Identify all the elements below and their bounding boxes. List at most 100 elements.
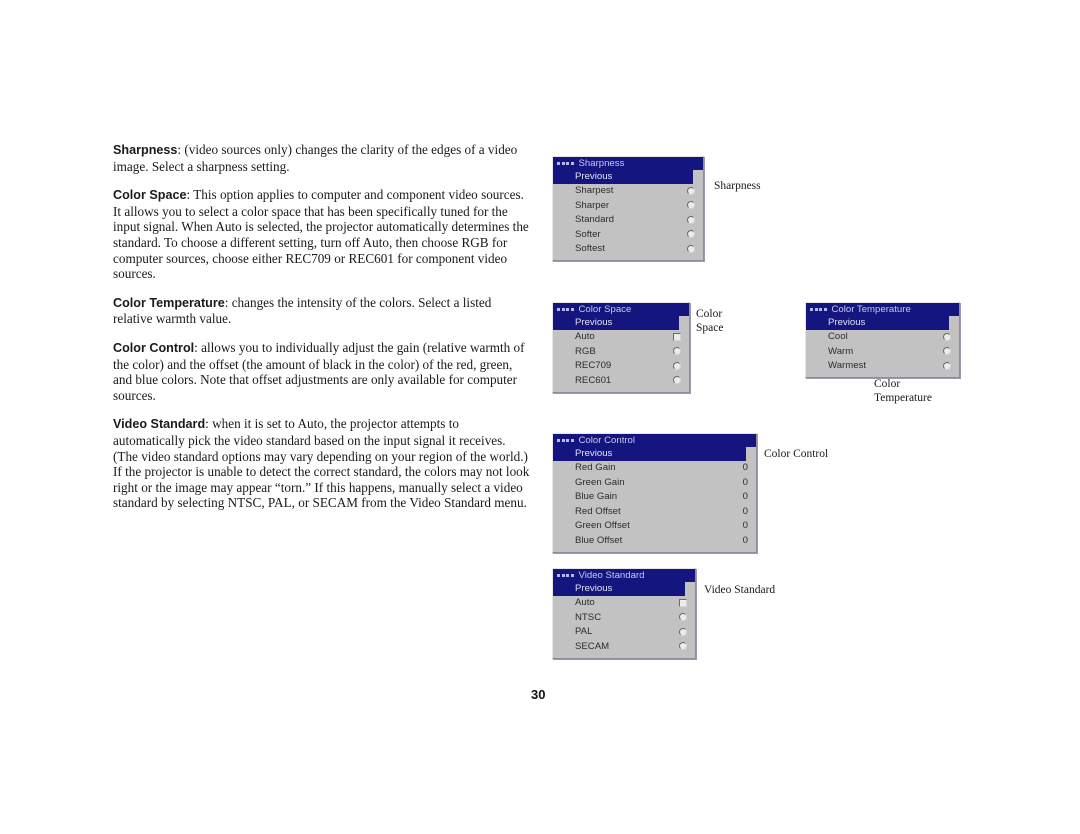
osd-menu-sharpness: Sharpness Previous Sharpest Sharper Stan…	[552, 156, 704, 261]
menu-item-label: Previous	[575, 583, 613, 595]
menu-item-label: Standard	[575, 214, 614, 226]
osd-titlebar-color-space: Color Space	[553, 303, 689, 316]
osd-menu-color-space: Color Space Previous Auto RGB REC709 REC…	[552, 302, 690, 393]
callout-color-temperature: Color Temperature	[874, 378, 932, 404]
menu-item-value: 0	[742, 462, 748, 474]
radio-button-icon[interactable]	[943, 332, 951, 341]
radio-button-icon[interactable]	[687, 230, 695, 239]
radio-button-icon[interactable]	[679, 642, 687, 651]
menu-item-value: 0	[742, 520, 748, 532]
checkbox-icon[interactable]	[679, 598, 687, 607]
paragraph-lead-sharpness: Sharpness	[113, 143, 178, 157]
menu-item-sharpest[interactable]: Sharpest	[553, 184, 703, 199]
menu-item-pal[interactable]: PAL	[553, 625, 695, 640]
menu-item-cool[interactable]: Cool	[806, 330, 959, 345]
menu-dots-icon	[557, 162, 574, 165]
menu-item-value: 0	[742, 491, 748, 503]
callout-color-space: Color Space	[696, 308, 724, 334]
menu-item-auto[interactable]: Auto	[553, 330, 689, 345]
paragraph-video-standard: Video Standard: when it is set to Auto, …	[113, 416, 531, 511]
radio-button-icon[interactable]	[943, 361, 951, 370]
paragraph-sharpness: Sharpness: (video sources only) changes …	[113, 142, 531, 174]
menu-item-label: Softest	[575, 243, 605, 255]
menu-dots-icon	[557, 574, 574, 577]
menu-item-label: Warm	[828, 345, 854, 357]
menu-item-previous[interactable]: Previous	[553, 582, 685, 596]
menu-item-label: Previous	[575, 448, 613, 460]
menu-item-label: Sharpest	[575, 185, 614, 197]
menu-dots-icon	[557, 439, 574, 442]
osd-menu-color-temperature: Color Temperature Previous Cool Warm War…	[805, 302, 960, 378]
radio-button-icon[interactable]	[687, 201, 695, 210]
menu-item-red-gain[interactable]: Red Gain 0	[553, 461, 756, 476]
menu-item-label: Previous	[575, 317, 613, 329]
radio-button-icon[interactable]	[687, 186, 695, 195]
menu-item-value: 0	[742, 505, 748, 517]
osd-title-text-color-control: Color Control	[578, 435, 636, 446]
menu-item-label: Blue Offset	[575, 534, 623, 546]
osd-title-text-color-temperature: Color Temperature	[831, 304, 911, 315]
menu-item-label: Red Gain	[575, 462, 616, 474]
menu-item-previous[interactable]: Previous	[553, 447, 746, 461]
menu-item-label: Previous	[575, 171, 613, 183]
menu-item-label: Red Offset	[575, 505, 621, 517]
radio-button-icon[interactable]	[673, 347, 681, 356]
radio-button-icon[interactable]	[673, 376, 681, 385]
menu-item-label: REC709	[575, 360, 612, 372]
paragraph-lead-color-space: Color Space	[113, 188, 187, 203]
menu-item-ntsc[interactable]: NTSC	[553, 610, 695, 625]
osd-titlebar-sharpness: Sharpness	[553, 157, 703, 170]
menu-item-auto[interactable]: Auto	[553, 596, 695, 611]
menu-item-secam[interactable]: SECAM	[553, 639, 695, 654]
osd-body-color-temperature: Previous Cool Warm Warmest	[806, 316, 959, 377]
menu-dots-icon	[557, 308, 574, 311]
menu-item-rec601[interactable]: REC601	[553, 373, 689, 388]
menu-dots-icon	[810, 308, 827, 311]
menu-item-warmest[interactable]: Warmest	[806, 359, 959, 374]
menu-item-previous[interactable]: Previous	[553, 170, 693, 184]
menu-item-blue-gain[interactable]: Blue Gain 0	[553, 490, 756, 505]
menu-item-label: Green Offset	[575, 520, 630, 532]
paragraph-color-control: Color Control: allows you to individuall…	[113, 340, 531, 403]
menu-item-label: Warmest	[828, 360, 867, 372]
menu-item-rec709[interactable]: REC709	[553, 359, 689, 374]
menu-item-green-gain[interactable]: Green Gain 0	[553, 475, 756, 490]
radio-button-icon[interactable]	[673, 361, 681, 370]
checkbox-icon[interactable]	[673, 332, 681, 341]
menu-item-label: Cool	[828, 331, 848, 343]
menu-item-softest[interactable]: Softest	[553, 242, 703, 257]
menu-item-standard[interactable]: Standard	[553, 213, 703, 228]
menu-item-label: Softer	[575, 228, 601, 240]
page-number: 30	[531, 687, 546, 702]
menu-item-blue-offset[interactable]: Blue Offset 0	[553, 533, 756, 548]
menu-item-value: 0	[742, 476, 748, 488]
radio-button-icon[interactable]	[687, 215, 695, 224]
radio-button-icon[interactable]	[687, 244, 695, 253]
menu-item-warm[interactable]: Warm	[806, 344, 959, 359]
osd-title-text-video-standard: Video Standard	[578, 570, 645, 581]
paragraph-color-space: Color Space: This option applies to comp…	[113, 187, 531, 282]
callout-video-standard: Video Standard	[704, 584, 776, 596]
osd-titlebar-video-standard: Video Standard	[553, 569, 695, 582]
osd-menu-video-standard: Video Standard Previous Auto NTSC PAL SE…	[552, 568, 696, 659]
menu-item-previous[interactable]: Previous	[806, 316, 949, 330]
manual-body-text: Sharpness: (video sources only) changes …	[113, 142, 531, 524]
radio-button-icon[interactable]	[943, 347, 951, 356]
menu-item-previous[interactable]: Previous	[553, 316, 679, 330]
radio-button-icon[interactable]	[679, 627, 687, 636]
osd-titlebar-color-control: Color Control	[553, 434, 756, 447]
menu-item-green-offset[interactable]: Green Offset 0	[553, 519, 756, 534]
osd-body-color-control: Previous Red Gain 0 Green Gain 0 Blue Ga…	[553, 447, 756, 552]
osd-body-video-standard: Previous Auto NTSC PAL SECAM	[553, 582, 695, 658]
menu-item-red-offset[interactable]: Red Offset 0	[553, 504, 756, 519]
menu-item-rgb[interactable]: RGB	[553, 344, 689, 359]
menu-item-label: RGB	[575, 345, 596, 357]
menu-item-softer[interactable]: Softer	[553, 227, 703, 242]
osd-menu-color-control: Color Control Previous Red Gain 0 Green …	[552, 433, 757, 553]
menu-item-label: Sharper	[575, 199, 610, 211]
menu-item-label: Auto	[575, 331, 595, 343]
menu-item-sharper[interactable]: Sharper	[553, 198, 703, 213]
paragraph-color-temperature: Color Temperature: changes the intensity…	[113, 295, 531, 327]
radio-button-icon[interactable]	[679, 613, 687, 622]
osd-title-text-color-space: Color Space	[578, 304, 632, 315]
